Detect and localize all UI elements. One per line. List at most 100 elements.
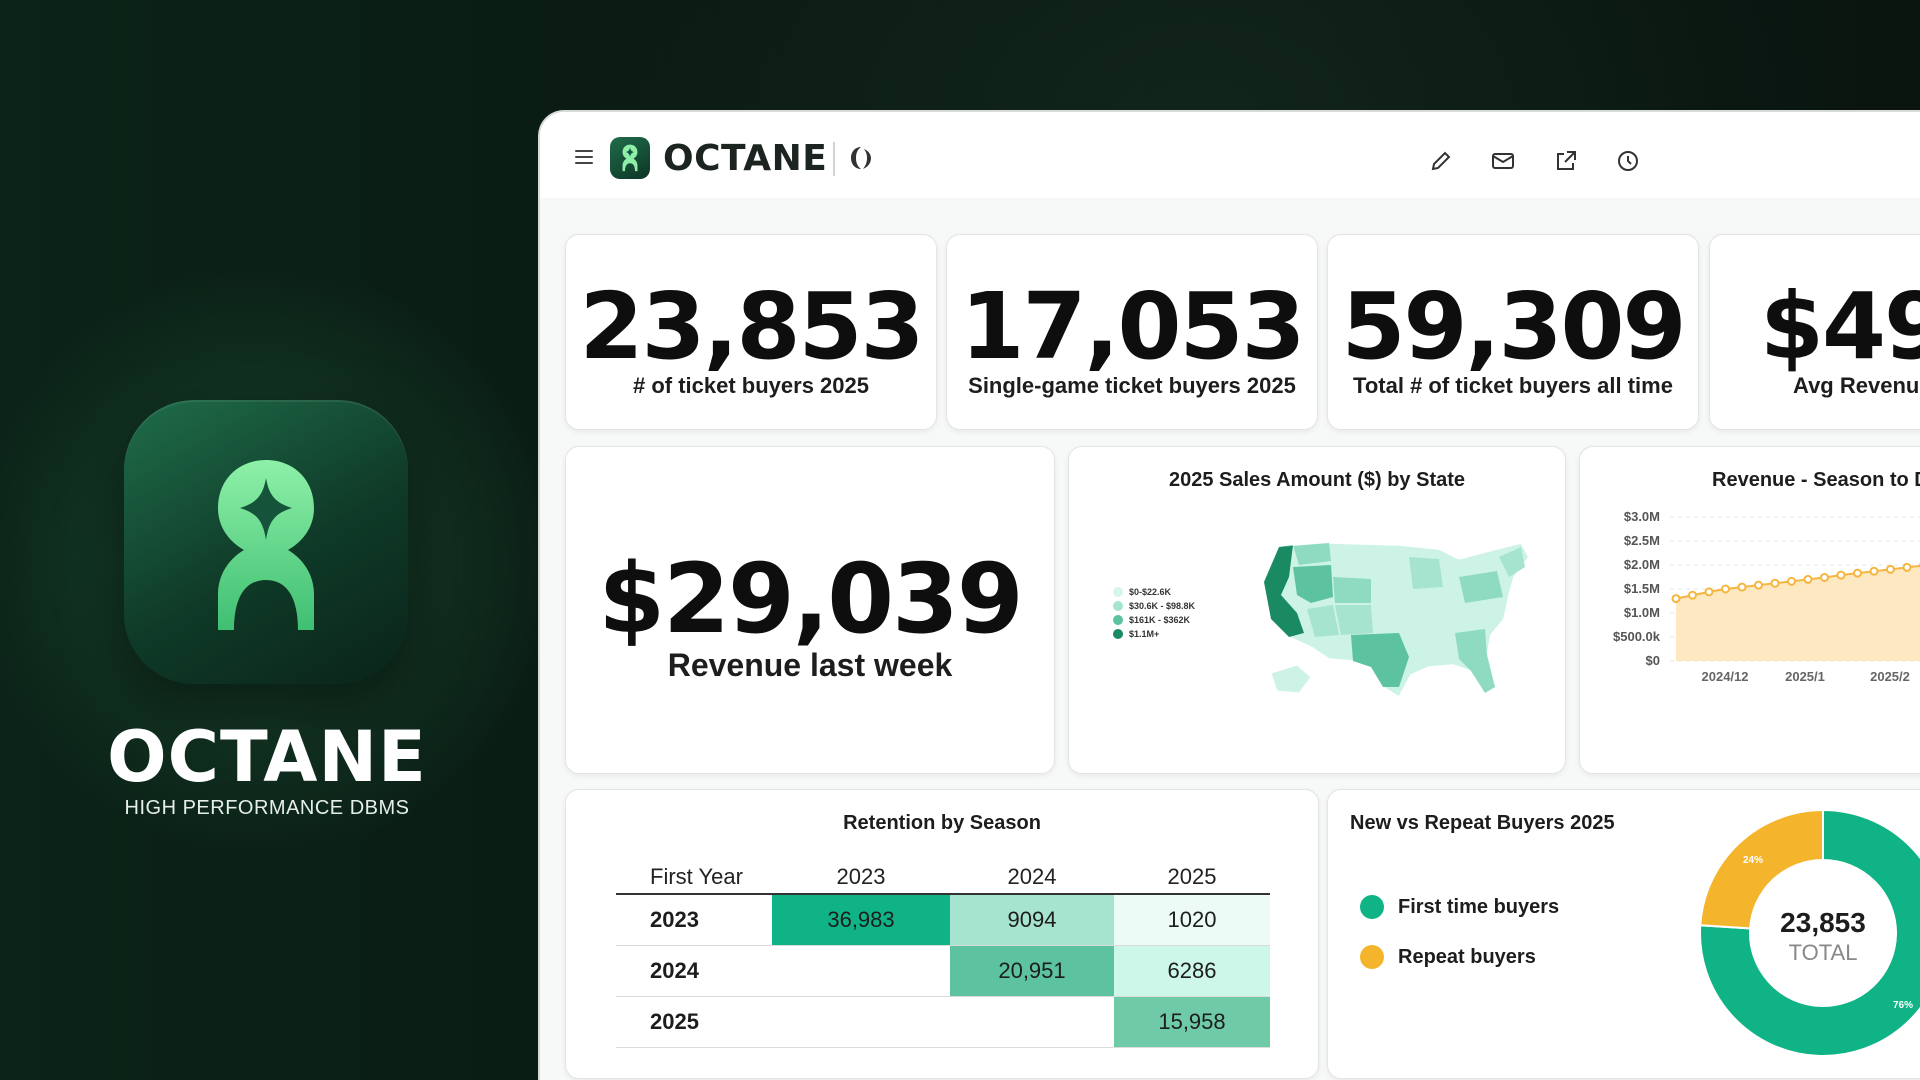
data-point[interactable]	[1704, 587, 1714, 597]
y-tick-label: $1.0M	[1624, 605, 1660, 620]
state-region	[1409, 557, 1443, 589]
table-cell: 6286	[1114, 945, 1270, 997]
row-header: 2025	[616, 996, 772, 1048]
data-point[interactable]	[1688, 590, 1697, 600]
table-cell: 15,958	[1114, 996, 1270, 1048]
data-point[interactable]	[1787, 576, 1796, 586]
donut-total-label: TOTAL	[1788, 940, 1858, 965]
table-cell	[772, 945, 950, 997]
data-point[interactable]	[1902, 562, 1912, 572]
buyers-card[interactable]: New vs Repeat Buyers 2025 First time buy…	[1327, 789, 1920, 1079]
table-cell: 9094	[950, 894, 1114, 946]
table-row: 2024 20,951 6286	[616, 945, 1270, 997]
table-cell: 20,951	[950, 945, 1114, 997]
column-header: First Year	[616, 860, 772, 895]
legend-label: $1.1M+	[1129, 629, 1160, 639]
data-point[interactable]	[1671, 594, 1681, 604]
kpi-card[interactable]: 17,053 Single-game ticket buyers 2025	[946, 234, 1318, 430]
kpi-value: 17,053	[960, 273, 1305, 380]
data-point[interactable]	[1721, 584, 1730, 594]
table-cell: 36,983	[772, 894, 950, 946]
slice-label: 24%	[1743, 855, 1763, 866]
map-legend-item: $161K - $362K	[1113, 615, 1190, 625]
legend-swatch	[1113, 629, 1123, 639]
state-texas	[1351, 633, 1409, 687]
data-point[interactable]	[1770, 578, 1780, 588]
partner-logo-icon	[851, 147, 871, 169]
logo-text: OCTANE	[663, 138, 828, 179]
map-legend-item: $0-$22.6K	[1113, 587, 1171, 597]
data-point[interactable]	[1869, 566, 1879, 576]
data-point[interactable]	[1803, 574, 1813, 584]
row-header: 2024	[616, 945, 772, 997]
legend-label: $161K - $362K	[1129, 615, 1191, 625]
x-tick-label: 2025/1	[1785, 669, 1825, 684]
kpi-card[interactable]: 59,309 Total # of ticket buyers all time	[1327, 234, 1699, 430]
kpi-label: Avg Revenue	[1793, 373, 1920, 398]
map-title: 2025 Sales Amount ($) by State	[1168, 469, 1466, 491]
brand-panel: OCTANE HIGH PERFORMANCE DBMS	[0, 0, 540, 1080]
data-point[interactable]	[1754, 580, 1763, 590]
retention-card[interactable]: Retention by Season First Year 2023 2024…	[565, 789, 1319, 1079]
legend-label: Repeat buyers	[1398, 945, 1536, 968]
history-icon[interactable]	[1615, 148, 1641, 174]
dashboard-window: OCTANE 23,853 # of ticket buyers 2025 17…	[538, 110, 1920, 1080]
map-legend-item: $30.6K - $98.8K	[1113, 601, 1195, 611]
table-header-row: First Year 2023 2024 2025	[616, 860, 1270, 895]
table-cell: 1020	[1114, 894, 1270, 946]
map-legend-item: $1.1M+	[1113, 629, 1159, 639]
y-tick-label: $500.0k	[1613, 629, 1661, 644]
kpi-label: Single-game ticket buyers 2025	[968, 373, 1296, 398]
legend-label: $30.6K - $98.8K	[1129, 601, 1196, 611]
us-map	[1263, 542, 1530, 699]
legend-swatch	[1113, 615, 1123, 625]
data-point[interactable]	[1886, 564, 1895, 574]
y-tick-label: $3.0M	[1624, 509, 1660, 524]
y-tick-label: $2.0M	[1624, 557, 1660, 572]
season-chart-title: Revenue - Season to Da	[1712, 469, 1920, 491]
legend-swatch	[1360, 895, 1384, 919]
table-cell	[950, 996, 1114, 1048]
row-header: 2023	[616, 894, 772, 946]
brand-name: OCTANE	[107, 716, 427, 798]
revenue-value: $29,039	[598, 543, 1023, 655]
table-cell	[772, 996, 950, 1048]
edit-icon[interactable]	[1428, 148, 1454, 174]
data-point[interactable]	[1737, 582, 1747, 592]
y-tick-label: $0	[1646, 653, 1660, 668]
data-point[interactable]	[1820, 572, 1829, 582]
state-region	[1333, 577, 1371, 603]
share-icon[interactable]	[1553, 148, 1579, 174]
retention-table: First Year 2023 2024 2025 2023 36,983 90…	[616, 860, 1270, 1048]
data-point[interactable]	[1853, 568, 1862, 578]
retention-title: Retention by Season	[843, 812, 1041, 834]
state-alaska	[1270, 664, 1312, 694]
x-tick-label: 2024/12	[1702, 669, 1749, 684]
brand-tagline: HIGH PERFORMANCE DBMS	[124, 797, 410, 819]
revenue-label: Revenue last week	[667, 647, 953, 683]
menu-icon[interactable]	[575, 150, 593, 164]
logo-icon	[610, 137, 650, 179]
kpi-label: # of ticket buyers 2025	[632, 373, 869, 398]
sales-map-card[interactable]: 2025 Sales Amount ($) by State $0-$22.6K…	[1068, 446, 1566, 774]
state-region	[1335, 605, 1373, 635]
legend-item[interactable]: Repeat buyers	[1360, 945, 1536, 969]
legend-item[interactable]: First time buyers	[1360, 895, 1559, 919]
legend-swatch	[1360, 945, 1384, 969]
kpi-card[interactable]: 23,853 # of ticket buyers 2025	[565, 234, 937, 430]
legend-swatch	[1113, 601, 1123, 611]
y-tick-label: $1.5M	[1624, 581, 1660, 596]
legend-label: $0-$22.6K	[1129, 587, 1172, 597]
subscribe-icon[interactable]	[1490, 148, 1516, 174]
column-header: 2023	[772, 860, 950, 895]
kpi-card[interactable]: $49 Avg Revenue	[1709, 234, 1920, 430]
season-revenue-card[interactable]: Revenue - Season to Da $3.0M $2.5M $2.0M $1…	[1579, 446, 1920, 774]
column-header: 2024	[950, 860, 1114, 895]
season-line-chart: $3.0M $2.5M $2.0M $1.5M $1.0M $500.0k $0 2024/1…	[1613, 509, 1920, 684]
kpi-value: 59,309	[1341, 273, 1686, 380]
revenue-last-week-card[interactable]: $29,039 Revenue last week	[565, 446, 1055, 774]
data-point[interactable]	[1836, 570, 1846, 580]
divider	[833, 142, 835, 176]
y-tick-label: $2.5M	[1624, 533, 1660, 548]
app-icon	[124, 400, 408, 684]
